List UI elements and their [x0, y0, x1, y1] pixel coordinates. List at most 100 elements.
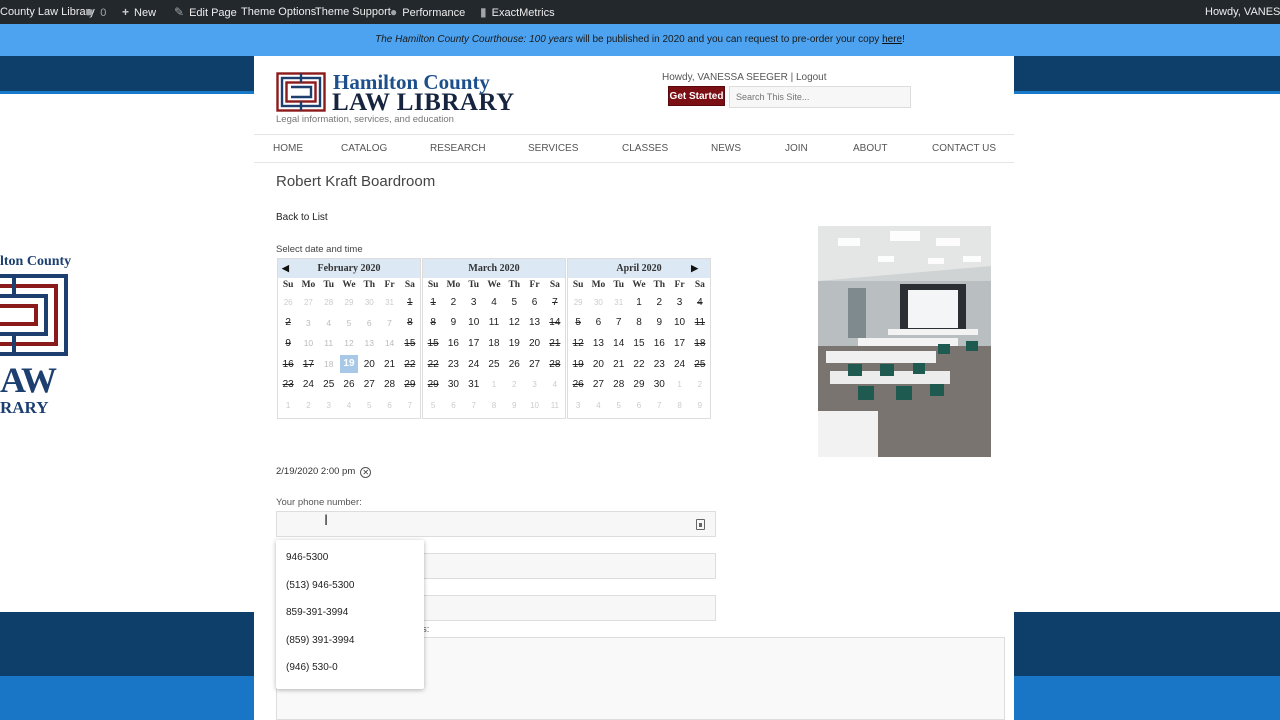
calendar-day[interactable]: 25: [319, 374, 339, 395]
calendar-day[interactable]: 20: [588, 354, 608, 375]
calendar-day: 25: [694, 358, 706, 370]
calendar-day[interactable]: 24: [669, 354, 689, 375]
calendar-day[interactable]: 23: [649, 354, 669, 375]
calendar-day[interactable]: 17: [669, 333, 689, 354]
calendar-day[interactable]: 1: [629, 292, 649, 313]
bg-logo-line2: AW: [0, 360, 57, 400]
calendar-day[interactable]: 22: [629, 354, 649, 375]
nav-catalog[interactable]: CATALOG: [341, 135, 387, 163]
phone-input[interactable]: [276, 511, 716, 537]
calendar-day[interactable]: 6: [588, 313, 608, 334]
nav-contact-us[interactable]: CONTACT US: [932, 135, 996, 163]
weekday-header: Su: [572, 280, 584, 290]
calendar-day[interactable]: 25: [484, 354, 504, 375]
calendar-day[interactable]: 2: [649, 292, 669, 313]
calendar-day[interactable]: 9: [649, 313, 669, 334]
admin-theme-options[interactable]: Theme Options: [241, 0, 316, 24]
calendar-day[interactable]: 14: [609, 333, 629, 354]
calendar-day[interactable]: 9: [443, 313, 463, 334]
weekday-header: Mo: [591, 280, 606, 290]
autocomplete-option[interactable]: (946) 530-0: [276, 654, 424, 682]
calendar-day-selected[interactable]: 19: [339, 354, 359, 375]
nav-join[interactable]: JOIN: [785, 135, 808, 163]
calendar-day[interactable]: 11: [484, 313, 504, 334]
user-greeting-logout[interactable]: Howdy, VANESSA SEEGER | Logout: [662, 72, 827, 83]
calendar-day[interactable]: 26: [504, 354, 524, 375]
calendar-day[interactable]: 23: [443, 354, 463, 375]
autocomplete-option[interactable]: 859-391-3994: [276, 599, 424, 627]
calendar-day[interactable]: 28: [609, 374, 629, 395]
calendar-day[interactable]: 3: [464, 292, 484, 313]
calendar-day[interactable]: 12: [504, 313, 524, 334]
calendar-day[interactable]: 18: [484, 333, 504, 354]
calendar-day[interactable]: 16: [649, 333, 669, 354]
admin-theme-support[interactable]: Theme Support: [315, 0, 391, 24]
announce-link[interactable]: here: [882, 34, 902, 45]
autocomplete-option[interactable]: 946-5300: [276, 544, 424, 572]
calendar-day[interactable]: 28: [379, 374, 399, 395]
admin-comments[interactable]: ■ 0: [86, 0, 106, 24]
nav-about[interactable]: ABOUT: [853, 135, 887, 163]
calendar-day[interactable]: 4: [484, 292, 504, 313]
weekday-header: Su: [427, 280, 439, 290]
calendar-day[interactable]: 31: [464, 374, 484, 395]
calendar-day[interactable]: 30: [443, 374, 463, 395]
contact-card-icon[interactable]: [696, 519, 705, 530]
calendar-day[interactable]: 13: [588, 333, 608, 354]
calendar-day: 3: [532, 380, 537, 390]
calendar-day: 31: [385, 297, 394, 307]
admin-new[interactable]: + New: [122, 0, 156, 24]
calendar-day[interactable]: 3: [669, 292, 689, 313]
calendar-day: 1: [407, 296, 413, 308]
autocomplete-option[interactable]: (859) 391-3994: [276, 627, 424, 655]
calendar-day[interactable]: 13: [524, 313, 544, 334]
calendar-day[interactable]: 20: [524, 333, 544, 354]
nav-classes[interactable]: CLASSES: [622, 135, 668, 163]
calendar-day[interactable]: 24: [298, 374, 318, 395]
calendar-day[interactable]: 16: [443, 333, 463, 354]
calendar-day[interactable]: 27: [588, 374, 608, 395]
calendar-day[interactable]: 27: [524, 354, 544, 375]
admin-exactmetrics[interactable]: ▮ ExactMetrics: [480, 0, 555, 24]
calendar-day[interactable]: 26: [339, 374, 359, 395]
site-logo[interactable]: Hamilton County LAW LIBRARY Legal inform…: [276, 70, 516, 130]
calendar-february: ◀ February 2020 Su Mo Tu We Th Fr Sa 26 27 28 29 30 31…: [277, 258, 421, 419]
calendar-day[interactable]: 5: [504, 292, 524, 313]
nav-research[interactable]: RESEARCH: [430, 135, 486, 163]
calendar-day[interactable]: 19: [504, 333, 524, 354]
nav-services[interactable]: SERVICES: [528, 135, 578, 163]
nav-home[interactable]: HOME: [273, 135, 303, 163]
next-month-icon[interactable]: ▶: [691, 259, 698, 278]
nav-news[interactable]: NEWS: [711, 135, 741, 163]
calendar-day[interactable]: 27: [359, 374, 379, 395]
announce-tail: !: [902, 34, 905, 45]
clear-datetime-icon[interactable]: ✕: [360, 467, 372, 478]
calendar-day[interactable]: 21: [379, 354, 399, 375]
admin-site-link[interactable]: County Law Library: [0, 0, 95, 24]
calendar-day: 10: [530, 400, 539, 410]
back-to-list-link[interactable]: Back to List: [276, 212, 328, 223]
calendar-day[interactable]: 6: [524, 292, 544, 313]
calendar-day[interactable]: 17: [464, 333, 484, 354]
weekday-header: Tu: [323, 280, 335, 290]
calendar-day[interactable]: 10: [669, 313, 689, 334]
calendar-day[interactable]: 30: [649, 374, 669, 395]
admin-howdy[interactable]: Howdy, VANESSA: [1205, 0, 1280, 24]
calendar-day[interactable]: 15: [629, 333, 649, 354]
calendar-day[interactable]: 2: [443, 292, 463, 313]
calendar-day[interactable]: 8: [629, 313, 649, 334]
calendar-day[interactable]: 10: [464, 313, 484, 334]
site-search-input[interactable]: [729, 86, 911, 108]
calendar-day[interactable]: 20: [359, 354, 379, 375]
calendar-day[interactable]: 21: [609, 354, 629, 375]
prev-month-icon[interactable]: ◀: [282, 259, 289, 278]
autocomplete-option[interactable]: (513) 946-5300: [276, 572, 424, 600]
admin-performance[interactable]: ● Performance: [390, 0, 465, 24]
logo-name-line2: LAW LIBRARY: [332, 89, 515, 116]
calendar-day: 5: [367, 400, 372, 410]
calendar-day[interactable]: 29: [629, 374, 649, 395]
calendar-day[interactable]: 24: [464, 354, 484, 375]
calendar-day[interactable]: 7: [609, 313, 629, 334]
admin-edit-page[interactable]: ✎ Edit Page: [174, 0, 237, 24]
get-started-button[interactable]: Get Started: [668, 86, 725, 106]
